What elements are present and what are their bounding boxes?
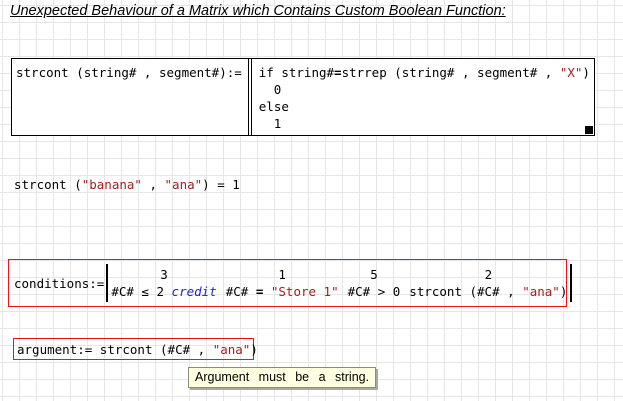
program-then-value: 0 (274, 81, 594, 98)
page-title: Unexpected Behaviour of a Matrix which C… (10, 3, 506, 19)
comma: , (142, 177, 165, 192)
matrix-cell-value: 5 (370, 266, 378, 283)
conditions-matrix: 3 #C# ≤ 2 credit 1 #C# = "Store 1" 5 #C#… (108, 266, 570, 300)
string-literal-store1: "Store 1" (263, 284, 338, 299)
variable-name: argument (17, 342, 77, 357)
argument-region-error[interactable]: argument:= strcont (#C# , "ana") (13, 338, 254, 360)
expr-text: strcont (#C# , (409, 284, 522, 299)
matrix-cell-expr: #C# > 0 (348, 283, 401, 300)
close-paren: ) (582, 65, 590, 80)
resize-handle[interactable] (585, 126, 593, 134)
matrix-column-4: 2 strcont (#C# , "ana") (409, 266, 567, 300)
variable-name: conditions (14, 276, 89, 291)
matrix-cell-expr: #C# = "Store 1" (226, 283, 339, 300)
function-definition-region[interactable]: strcont (string# , segment#):= if string… (11, 58, 595, 136)
matrix-cell-value: 3 (160, 266, 168, 283)
error-tooltip: Argument must be a string. (188, 367, 376, 388)
assign-operator: := (77, 342, 92, 357)
program-bar: if string#=strrep (string# , segment# , … (248, 59, 594, 135)
string-literal-banana: "banana" (82, 177, 142, 192)
program-if-line: if string#=strrep (string# , segment# , … (259, 64, 594, 81)
worksheet: Unexpected Behaviour of a Matrix which C… (0, 0, 623, 401)
matrix-column-1: 3 #C# ≤ 2 credit (111, 266, 216, 300)
matrix-cell-expr: #C# ≤ 2 credit (111, 283, 216, 300)
matrix-cell-expr: strcont (#C# , "ana") (409, 283, 567, 300)
string-literal-ana: "ana" (522, 284, 560, 299)
close-paren-equals: ) = (202, 177, 232, 192)
conditions-region-error[interactable]: conditions:= 3 #C# ≤ 2 credit 1 #C# = "S… (8, 259, 567, 307)
matrix-cell-value: 2 (485, 266, 493, 283)
function-signature: strcont (string# , segment#):= (12, 59, 242, 135)
conditions-label: conditions:= (14, 275, 104, 292)
unit-credit: credit (172, 284, 217, 299)
expr-text: #C# (226, 284, 256, 299)
assign-operator: := (89, 276, 104, 291)
close-paren: ) (250, 342, 258, 357)
matrix-column-2: 1 #C# = "Store 1" (226, 266, 339, 300)
string-literal-x: "X" (560, 65, 583, 80)
evaluation-result: 1 (232, 177, 240, 192)
string-literal-ana: "ana" (165, 177, 203, 192)
if-keyword: if string# (259, 65, 334, 80)
string-literal-ana: "ana" (213, 342, 251, 357)
matrix-column-3: 5 #C# > 0 (348, 266, 401, 300)
evaluation-region[interactable]: strcont ("banana" , "ana") = 1 (14, 176, 240, 193)
strrep-call: strrep (string# , segment# , (342, 65, 560, 80)
error-tooltip-text: Argument must be a string. (195, 370, 369, 384)
function-signature-text: strcont (string# , segment#) (16, 65, 227, 80)
boolean-equals: = (334, 65, 342, 80)
strcont-call: strcont ( (14, 177, 82, 192)
strcont-call: strcont (#C# , (92, 342, 212, 357)
matrix-cell-value: 1 (278, 266, 286, 283)
program-body: if string#=strrep (string# , segment# , … (251, 59, 594, 135)
program-else-value: 1 (274, 115, 594, 132)
matrix-right-bracket (570, 264, 572, 302)
close-paren: ) (560, 284, 568, 299)
program-else-keyword: else (259, 98, 594, 115)
assign-operator: := (227, 65, 242, 80)
expr-text: #C# ≤ 2 (111, 284, 171, 299)
